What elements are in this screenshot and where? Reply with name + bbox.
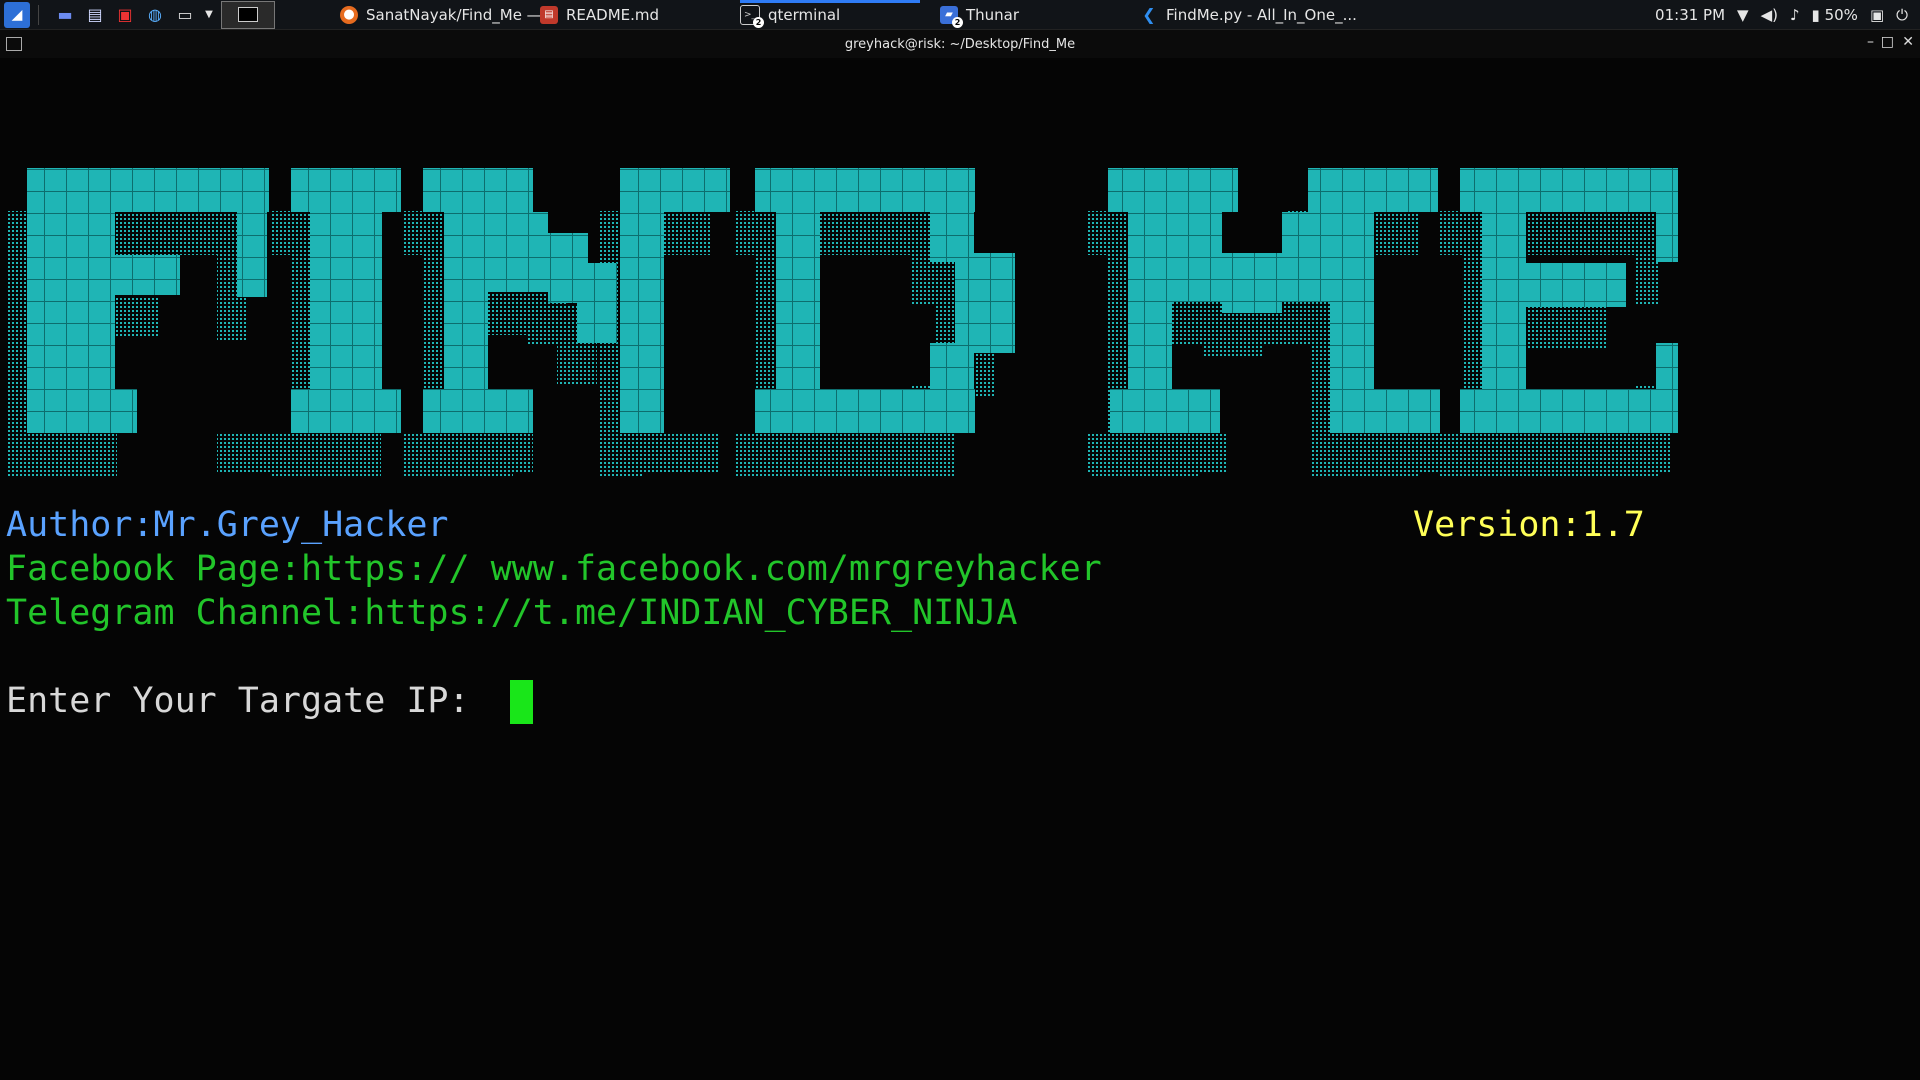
text-editor-icon[interactable]: ▣: [113, 3, 137, 27]
banner-block: [1282, 212, 1332, 302]
folder-icon: ▰ 2: [940, 5, 963, 28]
banner-block: [1460, 168, 1678, 212]
banner-block: [1526, 263, 1626, 307]
task-label: qterminal: [768, 5, 841, 24]
minimize-button[interactable]: –: [1867, 34, 1874, 50]
window-titlebar: greyhack@risk: ~/Desktop/Find_Me – □ ✕: [0, 30, 1920, 58]
banner-block: [115, 255, 180, 295]
banner-shadow: [217, 433, 347, 473]
battery-icon: ▮: [1811, 5, 1820, 24]
banner-block: [620, 212, 664, 433]
banner-block: [291, 389, 401, 433]
task-thunar[interactable]: ▰ 2 Thunar: [940, 0, 1019, 29]
banner-block: [577, 263, 617, 343]
author-line: Author:Mr.Grey_Hacker: [6, 505, 449, 545]
banner-block: [310, 212, 382, 389]
battery-percent: 50%: [1824, 5, 1858, 24]
banner-block: [444, 212, 488, 389]
vscode-icon: ❮: [1142, 5, 1156, 24]
banner-shadow: [735, 433, 935, 473]
banner-block: [1440, 211, 1658, 255]
banner-block: [291, 168, 401, 212]
taskbar-separator: [38, 4, 39, 25]
lock-icon[interactable]: ▣: [1870, 6, 1884, 24]
terminal-icon[interactable]: ▭: [173, 3, 197, 27]
banner-block: [755, 168, 975, 212]
taskbar: ◢ ▬ ▤ ▣ ◍ ▭ ▼ ● SanatNayak/Find_Me —... …: [0, 0, 1920, 30]
notification-bell-icon[interactable]: ♪: [1790, 6, 1800, 24]
window-title: greyhack@risk: ~/Desktop/Find_Me: [844, 36, 1076, 52]
banner-block: [1656, 212, 1678, 262]
banner-block: [1108, 168, 1238, 212]
task-count-badge: 2: [753, 16, 764, 28]
banner-shadow: [1088, 433, 1228, 473]
file-manager-icon[interactable]: ▤: [83, 3, 107, 27]
banner-block: [776, 212, 820, 389]
banner-block: [955, 253, 1015, 353]
find-me-banner: [7, 168, 1678, 476]
banner-shadow: [600, 433, 720, 473]
volume-icon[interactable]: ◀): [1761, 6, 1778, 24]
maximize-button[interactable]: □: [1881, 34, 1894, 50]
chevron-down-icon[interactable]: ▼: [203, 3, 215, 27]
banner-block: [27, 168, 269, 212]
terminal-area[interactable]: Author:Mr.Grey_Hacker Version:1.7 Facebo…: [0, 58, 1920, 1080]
close-button[interactable]: ✕: [1902, 34, 1914, 50]
banner-block: [488, 212, 548, 292]
terminal-icon: >_ 2: [740, 4, 764, 28]
logout-icon[interactable]: ⏻: [1896, 6, 1908, 24]
task-label: SanatNayak/Find_Me —...: [366, 5, 556, 24]
system-tray: 01:31 PM ▼ ◀) ♪ ▮ 50% ▣ ⏻: [1655, 0, 1920, 29]
battery-indicator[interactable]: ▮ 50%: [1812, 6, 1858, 24]
banner-block: [620, 168, 730, 212]
task-readme[interactable]: ▤ README.md: [540, 0, 659, 29]
wifi-icon[interactable]: ▼: [1737, 6, 1749, 24]
document-icon: ▤: [540, 5, 558, 24]
banner-block: [237, 212, 267, 297]
banner-shadow: [403, 433, 533, 473]
banner-block: [1330, 212, 1374, 389]
banner-shadow: [1440, 433, 1670, 473]
banner-block: [423, 389, 533, 433]
banner-shadow: [1310, 433, 1440, 473]
desktop-icon[interactable]: ▬: [53, 3, 77, 27]
banner-block: [1330, 389, 1440, 433]
browser-icon[interactable]: ◍: [143, 3, 167, 27]
banner-block: [930, 343, 974, 389]
text-cursor[interactable]: [510, 680, 533, 724]
workspace-switcher[interactable]: [221, 0, 275, 29]
task-label: FindMe.py - All_In_One_...: [1166, 5, 1357, 24]
terminal-window-icon: [6, 37, 22, 51]
banner-block: [735, 211, 955, 255]
banner-block: [1110, 389, 1220, 433]
task-label: README.md: [566, 5, 660, 24]
banner-block: [27, 389, 137, 433]
ip-prompt: Enter Your Targate IP:: [6, 681, 491, 721]
banner-block: [1636, 255, 1658, 305]
workspace-preview: [238, 7, 258, 22]
task-label: Thunar: [966, 5, 1020, 24]
banner-shadow: [7, 433, 117, 473]
firefox-icon: ●: [340, 5, 358, 24]
facebook-line: Facebook Page:https:// www.facebook.com/…: [6, 549, 1102, 589]
banner-block: [1460, 389, 1678, 433]
banner-block: [1656, 343, 1678, 389]
telegram-line: Telegram Channel:https://t.me/INDIAN_CYB…: [6, 593, 1018, 633]
task-qterminal[interactable]: >_ 2 qterminal: [740, 0, 840, 29]
version-line: Version:1.7: [1413, 505, 1645, 545]
banner-block: [1308, 168, 1438, 212]
banner-block: [423, 168, 533, 212]
task-firefox[interactable]: ● SanatNayak/Find_Me —...: [340, 0, 556, 29]
banner-block: [1222, 253, 1282, 313]
banner-block: [755, 389, 975, 433]
banner-block: [1172, 212, 1222, 302]
kali-menu-icon[interactable]: ◢: [4, 1, 30, 28]
task-count-badge: 2: [952, 16, 963, 28]
clock[interactable]: 01:31 PM: [1655, 6, 1725, 24]
task-vscode[interactable]: ❮ FindMe.py - All_In_One_...: [1140, 0, 1357, 29]
